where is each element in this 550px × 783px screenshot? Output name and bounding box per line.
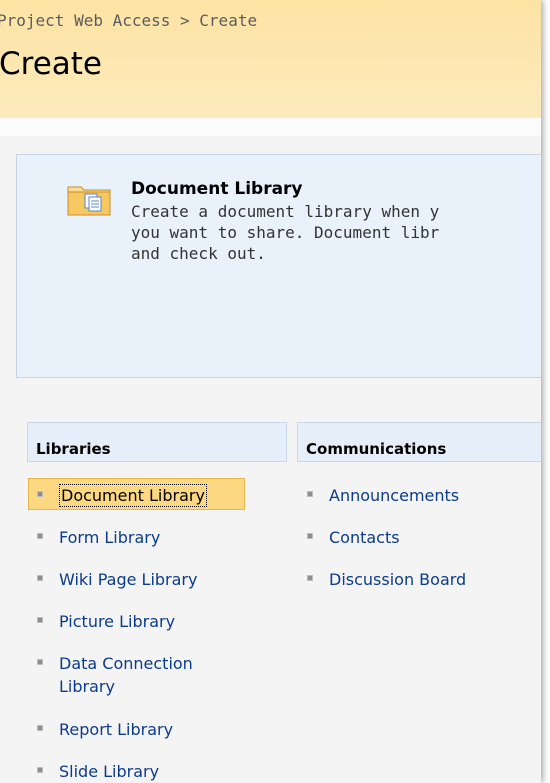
create-item-label: Report Library bbox=[59, 720, 174, 739]
bullet-icon bbox=[37, 617, 43, 623]
bullet-icon bbox=[307, 533, 313, 539]
create-item-label: Wiki Page Library bbox=[59, 570, 198, 589]
create-item-label: Contacts bbox=[329, 528, 400, 547]
preview-description-line: Create a document library when y bbox=[131, 202, 440, 221]
page-title: Create bbox=[0, 46, 103, 82]
create-page-window: Project Web Access > Create Create Docum… bbox=[0, 0, 541, 783]
create-item-label: Picture Library bbox=[59, 612, 176, 631]
create-item-label: Document Library bbox=[59, 484, 207, 507]
title-area: Project Web Access > Create Create bbox=[0, 0, 541, 118]
preview-description-line: you want to share. Document libr bbox=[131, 223, 440, 242]
bullet-icon bbox=[307, 491, 313, 497]
document-library-folder-icon bbox=[67, 186, 111, 216]
create-item-label: Announcements bbox=[329, 486, 460, 505]
create-item-label: Discussion Board bbox=[329, 570, 467, 589]
preview-title: Document Library bbox=[131, 179, 303, 199]
preview-description-line: and check out. bbox=[131, 244, 266, 263]
category-header-communications: Communications bbox=[297, 422, 541, 462]
create-item-label: Form Library bbox=[59, 528, 161, 547]
category-header-libraries: Libraries bbox=[27, 422, 287, 462]
bullet-icon bbox=[37, 725, 43, 731]
create-item-label: Data Connection bbox=[59, 654, 193, 673]
item-preview-panel: Document Library Create a document libra… bbox=[16, 154, 541, 378]
create-item-label: Slide Library bbox=[59, 762, 160, 781]
bullet-icon bbox=[37, 491, 43, 497]
content-top-strip bbox=[0, 118, 541, 136]
bullet-icon bbox=[37, 575, 43, 581]
create-item-label-line2: Library bbox=[59, 677, 115, 696]
bullet-icon bbox=[307, 575, 313, 581]
bullet-icon bbox=[37, 767, 43, 773]
bullet-icon bbox=[37, 659, 43, 665]
preview-description: Create a document library when y you wan… bbox=[131, 201, 541, 264]
bullet-icon bbox=[37, 533, 43, 539]
breadcrumb[interactable]: Project Web Access > Create bbox=[0, 11, 257, 30]
